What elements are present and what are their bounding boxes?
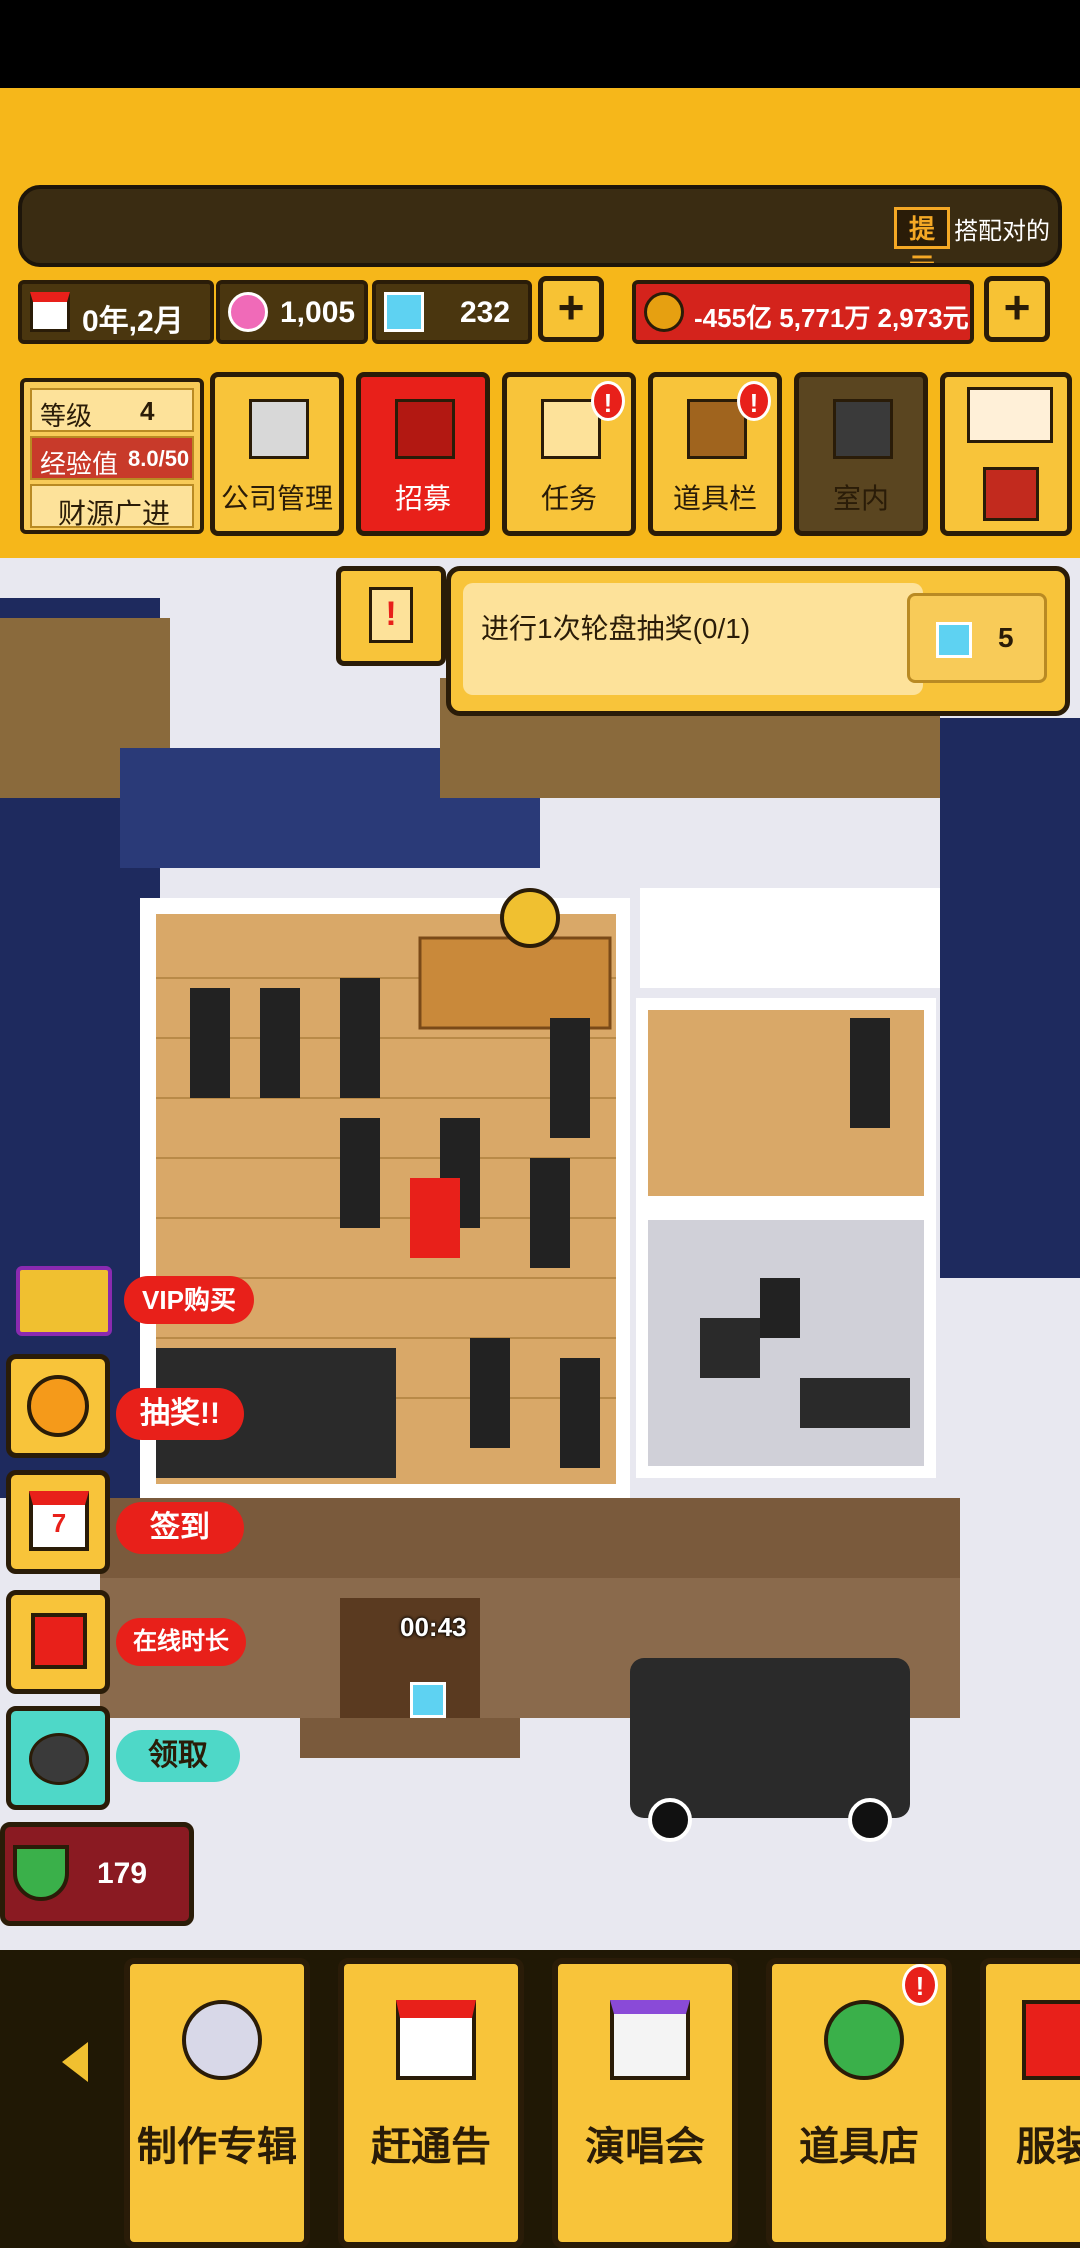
watermelon-icon — [13, 1845, 69, 1901]
inventory-button[interactable]: 道具栏 ! — [648, 372, 782, 536]
interior-button[interactable]: 室内 — [794, 372, 928, 536]
quest-scroll-icon: ! — [336, 566, 446, 666]
disc-icon — [182, 2000, 262, 2080]
envelope-icon — [967, 387, 1053, 443]
level-panel: 等级 4 经验值 8.0/50 财源广进 — [20, 378, 204, 534]
date-display: 0年,2月 — [18, 280, 214, 344]
bottom-label: 赶通告 — [371, 2125, 491, 2169]
gift-icon — [31, 1613, 87, 1669]
money-display: -455亿 5,771万 2,973元 — [632, 280, 974, 344]
menu-label: 道具栏 — [672, 483, 757, 514]
vip-crown-button[interactable] — [10, 1256, 118, 1342]
menu-label: 招募 — [394, 483, 451, 514]
shirt-icon — [1022, 2000, 1080, 2080]
pink-gem-icon — [228, 292, 268, 332]
bottom-label: 制作专辑 — [137, 2125, 297, 2169]
lottery-tag[interactable]: 抽奖!! — [116, 1388, 244, 1440]
make-album-button[interactable]: 制作专辑 — [124, 1958, 310, 2248]
item-shop-alert-badge: ! — [902, 1964, 938, 2006]
paint-roller-icon — [833, 399, 893, 459]
company-management-button[interactable]: 公司管理 — [210, 372, 344, 536]
checkin-tag[interactable]: 签到 — [116, 1502, 244, 1554]
quest-reward-value: 5 — [998, 622, 1014, 653]
diamond-icon — [936, 622, 972, 658]
pink-gem-counter: 1,005 — [216, 280, 368, 344]
claim-button[interactable] — [6, 1706, 110, 1810]
wheel-icon — [27, 1375, 89, 1437]
exp-value: 8.0/50 — [128, 446, 190, 471]
online-time-button[interactable] — [6, 1590, 110, 1694]
item-shop-button[interactable]: 道具店 ! — [766, 1958, 952, 2248]
quest-banner[interactable]: ! 进行1次轮盘抽奖(0/1) 5 — [336, 566, 1076, 716]
ticker-text: 搭配对的 — [954, 218, 1050, 245]
tasks-alert-badge: ! — [591, 381, 625, 421]
timer-text: 00:43 — [400, 1612, 467, 1642]
claim-tag[interactable]: 领取 — [116, 1730, 240, 1782]
megaphone-icon — [395, 399, 455, 459]
watermelon-value: 179 — [97, 1857, 148, 1890]
menu-label: 室内 — [832, 483, 889, 514]
add-gems-button[interactable]: + — [538, 276, 604, 342]
checkin-button[interactable]: 7 — [6, 1470, 110, 1574]
schedule-calendar-icon — [396, 2000, 476, 2080]
quest-reward[interactable]: 5 — [907, 593, 1047, 683]
pink-gem-value: 1,005 — [280, 296, 356, 329]
mail-button[interactable] — [940, 372, 1072, 536]
bottom-label: 道具店 — [799, 2125, 919, 2169]
scroll-left-arrow-icon[interactable] — [62, 2042, 88, 2082]
add-money-button[interactable]: + — [984, 276, 1050, 342]
inventory-alert-badge: ! — [737, 381, 771, 421]
company-title: 财源广进 — [58, 498, 171, 529]
money-value: -455亿 5,771万 2,973元 — [694, 303, 969, 333]
schedule-button[interactable]: 赶通告 — [338, 1958, 524, 2248]
scissors-icon — [29, 1733, 89, 1785]
tip-label: 提示 — [894, 207, 950, 263]
tasks-button[interactable]: 任务 ! — [502, 372, 636, 536]
news-ticker[interactable]: 提示 搭配对的 — [18, 185, 1062, 267]
recruit-button[interactable]: 招募 — [356, 372, 490, 536]
level-label: 等级 — [40, 401, 93, 431]
date-value: 0年,2月 — [82, 305, 184, 338]
calendar-icon — [30, 292, 70, 332]
exp-label: 经验值 — [40, 449, 119, 479]
hammer-icon — [983, 467, 1039, 521]
watermelon-counter[interactable]: 179 — [0, 1822, 194, 1926]
status-bar — [0, 0, 1080, 88]
lottery-button[interactable] — [6, 1354, 110, 1458]
clover-icon — [824, 2000, 904, 2080]
building-icon — [249, 399, 309, 459]
diamond-icon — [384, 292, 424, 332]
bottom-label: 演唱会 — [585, 2125, 705, 2169]
online-time-tag[interactable]: 在线时长 — [116, 1618, 246, 1666]
concert-button[interactable]: 演唱会 — [552, 1958, 738, 2248]
crown-icon — [16, 1266, 112, 1336]
diamond-counter: 232 — [372, 280, 532, 344]
diamond-drop-icon[interactable] — [410, 1682, 446, 1718]
level-value: 4 — [140, 396, 155, 426]
diamond-value: 232 — [460, 296, 511, 329]
vip-purchase-tag[interactable]: VIP购买 — [124, 1276, 254, 1324]
calendar-icon: 7 — [29, 1491, 89, 1551]
rainbow-stage-icon — [610, 2000, 690, 2080]
menu-label: 公司管理 — [220, 483, 333, 514]
costume-button[interactable]: 服装 — [980, 1958, 1080, 2248]
bottom-label: 服装 — [1016, 2125, 1080, 2169]
coin-icon — [644, 292, 684, 332]
menu-label: 任务 — [540, 483, 597, 514]
quest-text: 进行1次轮盘抽奖(0/1) — [481, 613, 751, 644]
